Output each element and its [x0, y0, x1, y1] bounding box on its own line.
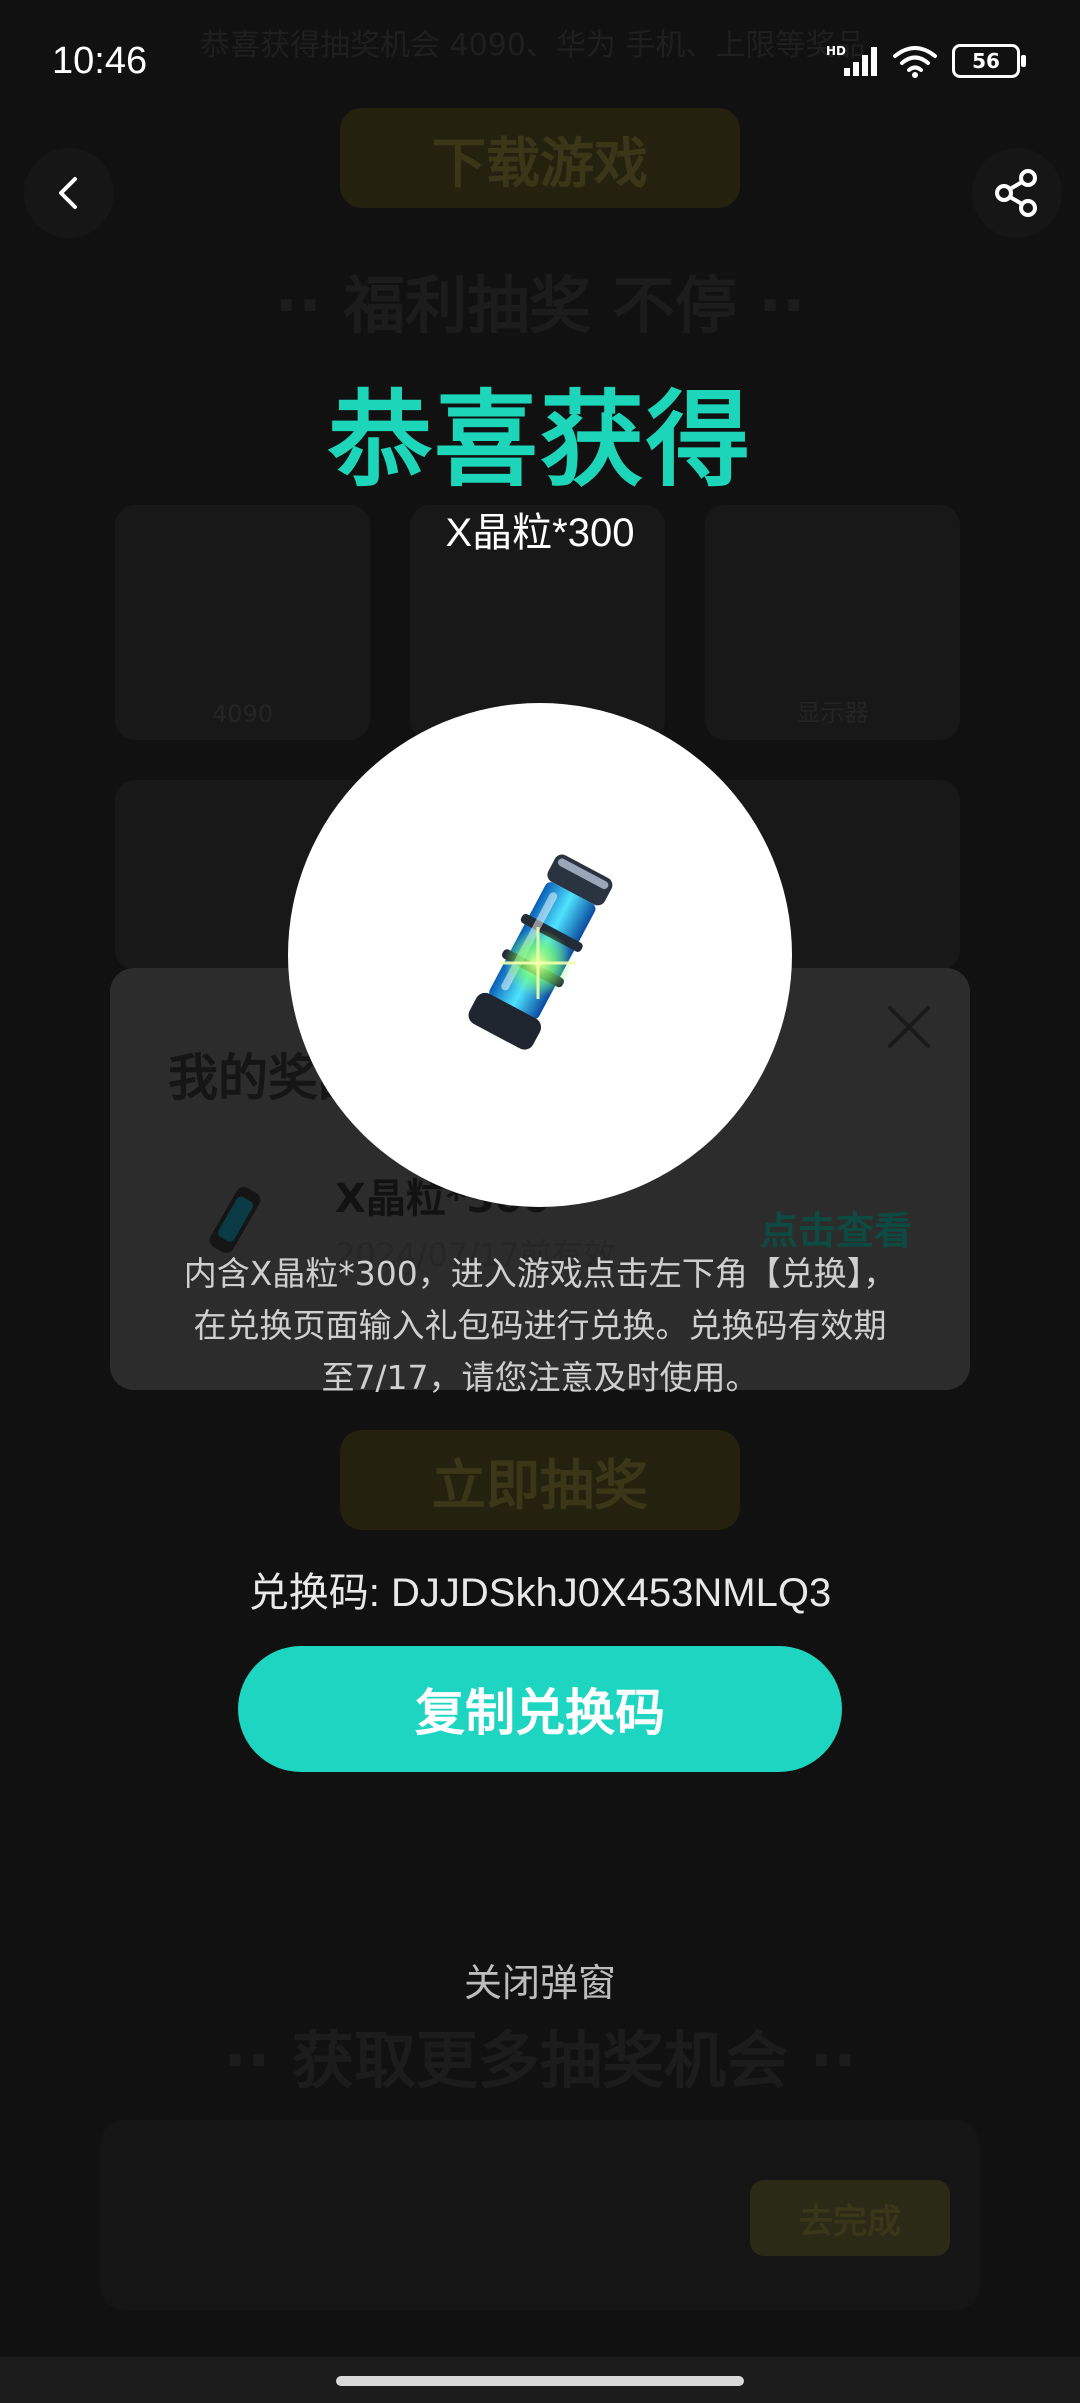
task-complete-button: 去完成: [750, 2180, 950, 2256]
wifi-icon: [893, 46, 937, 78]
reward-subtitle: X晶粒*300: [445, 511, 635, 555]
status-bar: 10:46 HD 56: [0, 0, 1080, 110]
network-label: HD: [826, 44, 846, 58]
close-popup-link[interactable]: 关闭弹窗: [0, 1952, 1080, 2007]
redeem-code: 兑换码: DJJDSkhJ0X453NMLQ3: [248, 1571, 832, 1615]
close-icon: [888, 1006, 930, 1048]
download-game-button: 下载游戏: [340, 108, 740, 208]
share-button[interactable]: [972, 148, 1062, 238]
view-prize-link: 点击查看: [759, 1209, 912, 1253]
crystal-capsule-icon: [468, 854, 613, 1050]
prize-section-heading: ·· 福利抽奖 不停 ··: [274, 269, 806, 342]
prize-card-label: 显示器: [796, 699, 869, 727]
chevron-left-icon: [59, 177, 77, 209]
more-chances-heading: ·· 获取更多抽奖机会 ··: [223, 2024, 857, 2097]
battery-icon: 56: [952, 44, 1026, 78]
copy-code-button[interactable]: 复制兑换码: [238, 1646, 842, 1772]
lottery-button: 立即抽奖: [340, 1430, 740, 1530]
reward-item-image: [288, 703, 792, 1207]
status-icons: HD 56: [826, 44, 1026, 78]
back-button[interactable]: [24, 148, 114, 238]
home-indicator: [336, 2376, 744, 2386]
prize-card-label: 4090: [211, 700, 274, 728]
congrats-title: 恭喜获得: [327, 379, 752, 501]
signal-icon: HD: [826, 44, 877, 76]
reward-description: 内含X晶粒*300，进入游戏点击左下角【兑换】，在兑换页面输入礼包码进行兑换。兑…: [183, 1254, 897, 1397]
status-time: 10:46: [52, 40, 148, 82]
share-icon: [995, 169, 1037, 217]
